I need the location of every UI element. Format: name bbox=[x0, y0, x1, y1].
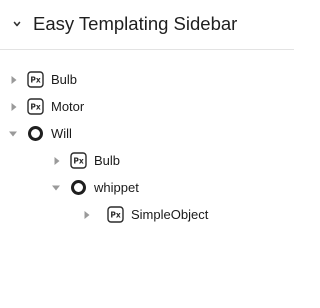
easy-templating-sidebar: Easy Templating Sidebar Px Bulb Px Motor… bbox=[0, 0, 294, 308]
tree-item-label: SimpleObject bbox=[131, 207, 209, 222]
chevron-down-icon[interactable] bbox=[11, 18, 23, 30]
tree-item-label: whippet bbox=[94, 180, 139, 195]
component-px-icon: Px bbox=[27, 71, 44, 88]
folder-ring-icon bbox=[27, 125, 44, 142]
component-px-icon: Px bbox=[107, 206, 124, 223]
collapsed-arrow-icon[interactable] bbox=[8, 74, 20, 86]
tree-row[interactable]: Px Bulb bbox=[0, 148, 294, 174]
tree-row[interactable]: whippet bbox=[0, 175, 294, 201]
svg-text:Px: Px bbox=[30, 76, 40, 85]
component-px-icon: Px bbox=[70, 152, 87, 169]
tree-row[interactable]: Will bbox=[0, 121, 294, 147]
svg-text:Px: Px bbox=[73, 157, 83, 166]
expanded-arrow-icon[interactable] bbox=[7, 128, 19, 140]
component-px-icon: Px bbox=[27, 98, 44, 115]
collapsed-arrow-icon[interactable] bbox=[81, 209, 93, 221]
tree-row[interactable]: Px SimpleObject bbox=[0, 202, 294, 228]
svg-text:Px: Px bbox=[30, 103, 40, 112]
collapsed-arrow-icon[interactable] bbox=[51, 155, 63, 167]
collapsed-arrow-icon[interactable] bbox=[8, 101, 20, 113]
tree-row[interactable]: Px Motor bbox=[0, 94, 294, 120]
folder-ring-icon bbox=[70, 179, 87, 196]
svg-text:Px: Px bbox=[110, 211, 120, 220]
tree-item-label: Will bbox=[51, 126, 72, 141]
tree-item-label: Bulb bbox=[51, 72, 78, 87]
tree-item-label: Motor bbox=[51, 99, 85, 114]
sidebar-title: Easy Templating Sidebar bbox=[33, 13, 238, 34]
tree-row[interactable]: Px Bulb bbox=[0, 67, 294, 93]
sidebar-header[interactable]: Easy Templating Sidebar bbox=[0, 0, 294, 50]
tree-item-label: Bulb bbox=[94, 153, 121, 168]
expanded-arrow-icon[interactable] bbox=[50, 182, 62, 194]
